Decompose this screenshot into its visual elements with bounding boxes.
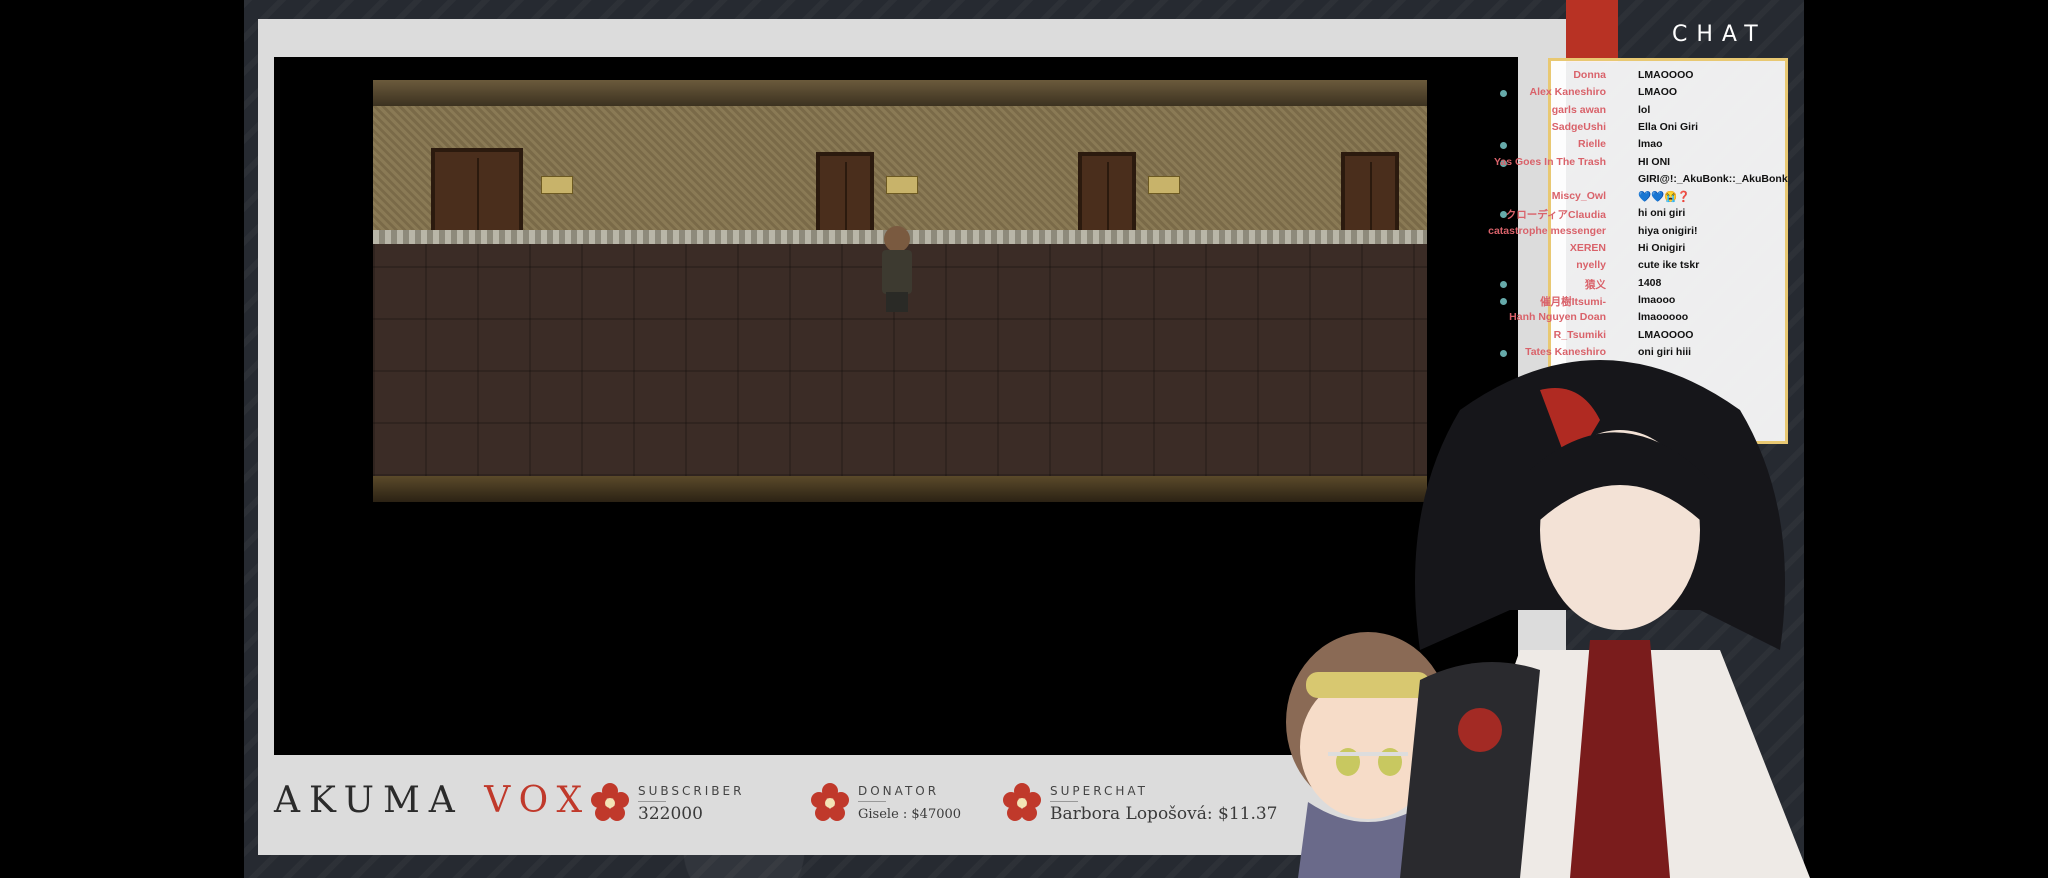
chat-title: CHAT <box>1672 22 1767 47</box>
left-letterbox <box>0 0 244 878</box>
chat-text: cute ike tskr <box>1638 259 1700 272</box>
donator-label: DONATOR <box>858 784 940 798</box>
chat-username: R_Tsumiki <box>1553 328 1606 341</box>
chat-username: Rielle <box>1577 138 1606 151</box>
chat-username: nyelly <box>1576 259 1606 272</box>
accent-bar <box>1566 0 1618 62</box>
divider <box>1050 801 1078 802</box>
chat-text: hiya onigiri! <box>1638 224 1698 237</box>
chat-message: Rielle lmao <box>1440 138 1780 155</box>
chat-message: nyelly cute ike tskr <box>1440 259 1780 276</box>
chat-text: 1408 <box>1638 276 1662 289</box>
divider <box>858 801 886 802</box>
chat-text: Ella Oni Giri <box>1638 120 1699 133</box>
member-badge-icon <box>1500 142 1507 150</box>
chat-text: GIRI@!:_AkuBonk::_AkuBonk <box>1638 172 1788 185</box>
character-head <box>884 226 910 252</box>
chat-username: 猿义 <box>1585 278 1606 291</box>
chat-username: catastrophe messenger <box>1488 224 1606 237</box>
chat-text: LMAOOOO <box>1638 69 1694 81</box>
member-badge-icon <box>1500 280 1507 288</box>
chat-message: R_Tsumiki LMAOOOO <box>1440 329 1780 346</box>
chat-message: Alex Kaneshiro LMAOO <box>1440 86 1780 103</box>
chat-message: SadgeUshi Ella Oni Giri <box>1440 121 1780 138</box>
chat-text: Hi Onigiri <box>1638 242 1686 254</box>
chat-username: Yas Goes In The Trash <box>1493 155 1606 168</box>
door-plate <box>886 176 918 194</box>
hallway-wall <box>373 106 1427 230</box>
chat-text: hi oni giri <box>1638 207 1686 220</box>
chat-text: lmaooo <box>1638 293 1676 306</box>
divider <box>638 801 666 802</box>
member-badge-icon <box>1500 297 1507 305</box>
chat-message: garls awan lol <box>1440 104 1780 121</box>
chat-text: LMAOOOO <box>1638 328 1694 341</box>
flower-icon <box>811 783 849 821</box>
chat-username: クローディアClaudia <box>1505 209 1606 222</box>
chat-text: HI ONI <box>1638 155 1671 168</box>
chat-username: XEREN <box>1569 242 1606 254</box>
chat-message: GIRI@!:_AkuBonk::_AkuBonk <box>1440 173 1788 190</box>
chat-username: SadgeUshi <box>1551 120 1606 133</box>
chat-text: lol <box>1638 103 1651 116</box>
chat-username: Donna <box>1573 69 1606 81</box>
flower-icon <box>1003 783 1041 821</box>
hallway-ceiling <box>373 80 1427 106</box>
chat-username: Hanh Nguyen Doan <box>1509 311 1606 324</box>
flower-icon <box>591 783 629 821</box>
chat-username: 催月樹Itsumi- <box>1540 295 1606 308</box>
chat-message: Miscy_Owl 💙💙😭❓ <box>1440 190 1780 207</box>
character-body <box>882 250 912 294</box>
right-letterbox <box>1804 0 2048 878</box>
chat-message: クローディアClaudia hi oni giri <box>1440 207 1780 224</box>
chat-message: 催月樹Itsumi-lmaooo <box>1440 294 1780 311</box>
character-legs <box>886 292 908 312</box>
superchat-value: Barbora Lopošová: $11.37 <box>1050 804 1278 824</box>
chat-message: catastrophe messenger hiya onigiri! <box>1440 225 1780 242</box>
donator-value: Gisele : $47000 <box>858 807 962 822</box>
chat-message: XEREN Hi Onigiri <box>1440 242 1780 259</box>
chat-text: 💙💙😭❓ <box>1638 191 1691 204</box>
chat-username: Miscy_Owl <box>1551 190 1606 203</box>
chat-username: Alex Kaneshiro <box>1529 86 1606 99</box>
superchat-label: SUPERCHAT <box>1050 784 1148 798</box>
chat-text: LMAOO <box>1638 86 1678 99</box>
hallway-baseboard <box>373 476 1427 502</box>
brand-accent-text: VOX <box>484 780 592 821</box>
door-plate <box>1148 176 1180 194</box>
door-plate <box>541 176 573 194</box>
chat-text: lmaooooo <box>1638 311 1689 324</box>
player-character <box>878 226 916 312</box>
brand-logo: AKUMA VOX <box>274 780 591 821</box>
chat-message: Yas Goes In The Trash HI ONI <box>1440 156 1780 173</box>
member-badge-icon <box>1500 90 1507 98</box>
chat-message: Hanh Nguyen Doan lmaooooo <box>1440 311 1780 328</box>
chat-username: garls awan <box>1551 103 1606 116</box>
chat-message: 猿义 1408 <box>1440 277 1780 294</box>
game-scene <box>373 80 1427 502</box>
subscriber-count: 322000 <box>638 804 703 824</box>
brand-main-text: AKUMA <box>274 780 485 821</box>
subscriber-label: SUBSCRIBER <box>638 784 745 798</box>
vtuber-avatar <box>1400 360 1810 878</box>
chat-text: lmao <box>1638 138 1663 151</box>
chat-message: Donna LMAOOOO <box>1440 69 1780 86</box>
